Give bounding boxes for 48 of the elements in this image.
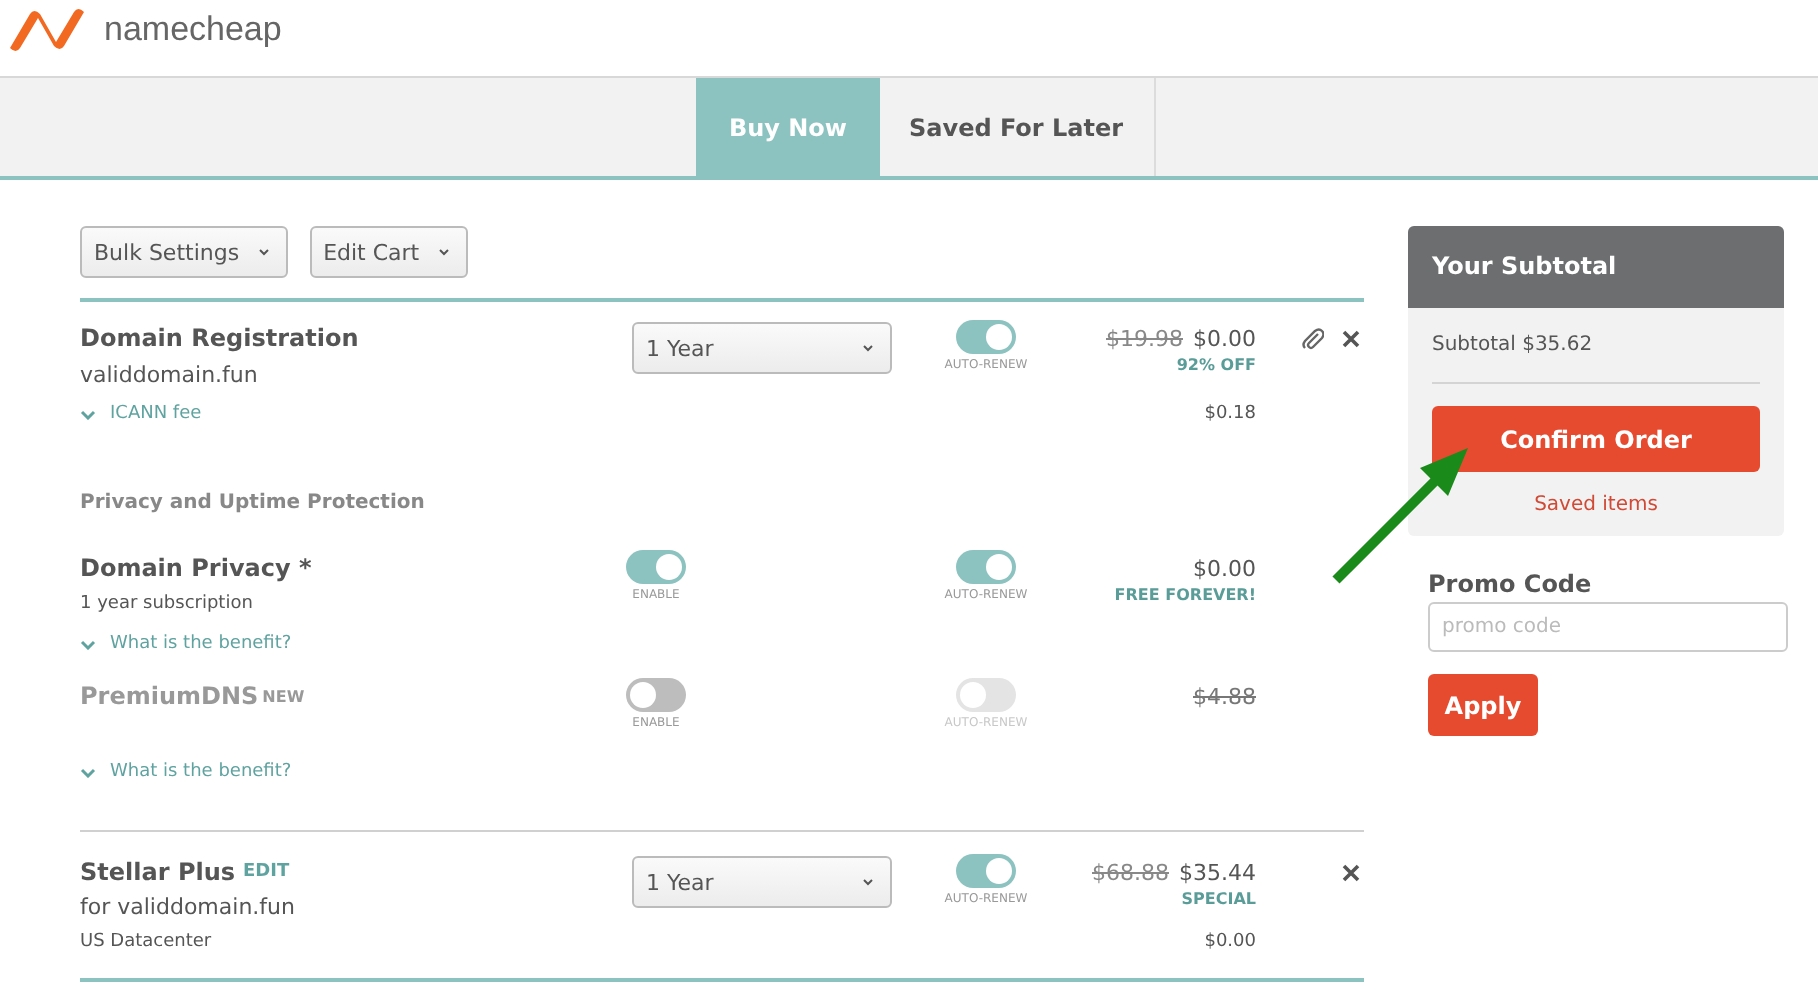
saved-items-link[interactable]: Saved items bbox=[1432, 494, 1760, 516]
caret-icon bbox=[862, 344, 874, 352]
confirm-order-button[interactable]: Confirm Order bbox=[1432, 406, 1760, 472]
section-heading: Privacy and Uptime Protection bbox=[80, 490, 427, 518]
caret-icon bbox=[862, 878, 874, 886]
toggle-switch[interactable] bbox=[956, 320, 1016, 354]
caret-icon bbox=[437, 248, 450, 256]
panel-title: Your Subtotal bbox=[1408, 226, 1784, 308]
toggle-switch[interactable] bbox=[626, 678, 686, 712]
apply-button[interactable]: Apply bbox=[1428, 674, 1538, 736]
caret-icon bbox=[257, 248, 270, 256]
dropdown-button[interactable]: Edit Cart bbox=[309, 226, 468, 278]
old-price: $4.88 bbox=[1193, 683, 1256, 709]
price: $0.00 bbox=[1193, 325, 1256, 351]
edit-link[interactable]: EDIT bbox=[243, 862, 290, 882]
brand-name: namecheap bbox=[104, 10, 282, 50]
benefit-link[interactable]: What is the benefit? bbox=[110, 634, 292, 654]
subscription-label: 1 year subscription bbox=[80, 592, 255, 618]
benefit-link[interactable]: What is the benefit? bbox=[110, 762, 292, 782]
chevron-down-icon bbox=[80, 767, 96, 777]
fee-price: $0.18 bbox=[1202, 402, 1256, 428]
old-price: $19.98 bbox=[1106, 325, 1183, 351]
term-select[interactable]: 1 Year bbox=[632, 856, 892, 908]
chevron-down-icon bbox=[80, 639, 96, 649]
domain-name: validdomain.fun bbox=[80, 359, 260, 391]
promo-code-field[interactable]: promo code bbox=[1428, 602, 1788, 652]
price: $35.44 bbox=[1179, 859, 1256, 885]
toggle-switch[interactable] bbox=[626, 550, 686, 584]
discount-label: 92% OFF bbox=[1174, 356, 1256, 378]
addon-name: Domain Privacy * bbox=[80, 552, 314, 586]
toggle-switch[interactable] bbox=[956, 550, 1016, 584]
fee-link[interactable]: ICANN fee bbox=[110, 404, 202, 424]
product-name: Stellar Plus bbox=[80, 858, 236, 886]
fee-price: $0.00 bbox=[1202, 930, 1256, 956]
addon-name: PremiumDNS $^{NEW}$ bbox=[80, 680, 307, 714]
toggle-switch[interactable] bbox=[956, 854, 1016, 888]
domain-name: for validdomain.fun bbox=[80, 891, 297, 922]
cart-tab[interactable]: Buy Now bbox=[696, 78, 879, 176]
discount-label: SPECIAL bbox=[1179, 890, 1256, 912]
detail-label: US Datacenter bbox=[80, 932, 212, 952]
discount-label: FREE FOREVER! bbox=[1112, 586, 1256, 608]
subtotal-text: Subtotal $35.62 bbox=[1432, 308, 1760, 384]
product-name: Domain Registration bbox=[80, 324, 359, 352]
price: $0.00 bbox=[1193, 555, 1256, 581]
promo-label: Promo Code bbox=[1428, 570, 1594, 598]
old-price: $68.88 bbox=[1092, 859, 1169, 885]
dropdown-button[interactable]: Bulk Settings bbox=[80, 226, 288, 278]
term-select[interactable]: 1 Year bbox=[632, 322, 892, 374]
